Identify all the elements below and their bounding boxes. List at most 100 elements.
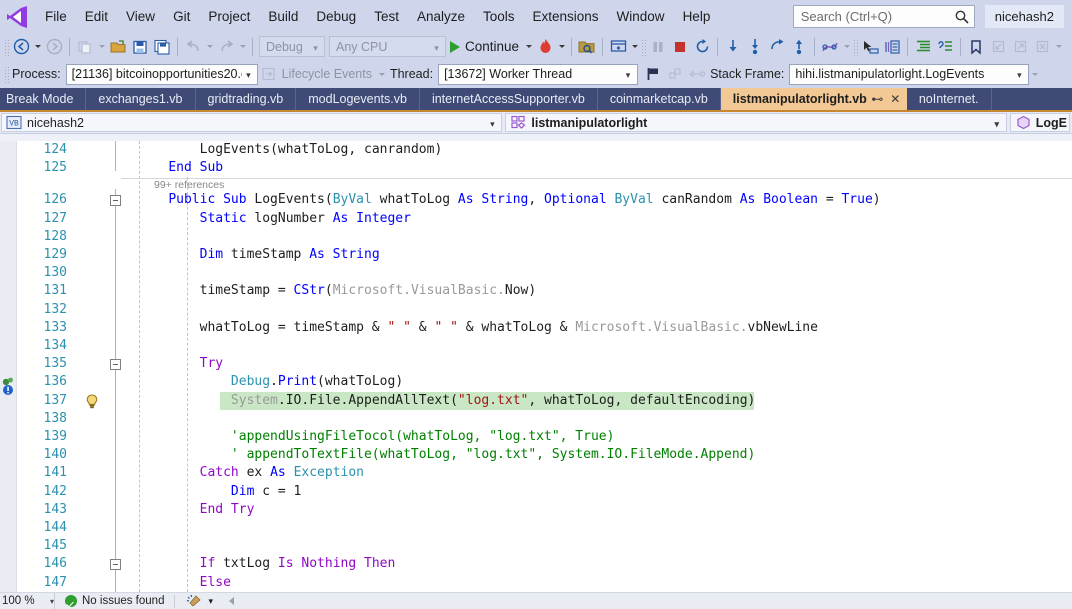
thread-combo[interactable]: [13672] Worker Thread bbox=[438, 63, 639, 85]
menu-item-file[interactable]: File bbox=[36, 6, 76, 28]
debug-toolbar-grip[interactable] bbox=[3, 65, 10, 83]
comment-block-icon[interactable] bbox=[934, 36, 956, 58]
flag-threads-icon[interactable] bbox=[642, 63, 664, 85]
menu-item-debug[interactable]: Debug bbox=[307, 6, 365, 28]
menu-item-window[interactable]: Window bbox=[608, 6, 674, 28]
fold-toggle-126[interactable] bbox=[110, 195, 121, 207]
step-into-icon[interactable] bbox=[722, 36, 744, 58]
editor-indicator-margin[interactable] bbox=[0, 141, 17, 592]
pointer-tool-icon[interactable] bbox=[859, 36, 881, 58]
close-tab-icon[interactable]: ✕ bbox=[888, 92, 903, 106]
save-icon[interactable] bbox=[129, 36, 151, 58]
chevron-down-icon-cleanup[interactable]: ▾ bbox=[208, 596, 213, 607]
toolbar-grip-3[interactable] bbox=[852, 37, 860, 56]
redo-dropdown[interactable] bbox=[237, 36, 248, 58]
code-line-125[interactable]: 125 End Sub bbox=[17, 159, 1072, 177]
code-line-147[interactable]: 147 Else bbox=[17, 574, 1072, 592]
code-line-146[interactable]: 146 If txtLog Is Nothing Then bbox=[17, 555, 1072, 573]
code-line-131[interactable]: 131 timeStamp = CStr(Microsoft.VisualBas… bbox=[17, 282, 1072, 300]
search-solution-icon[interactable] bbox=[576, 36, 598, 58]
bookmark-icon[interactable] bbox=[965, 36, 987, 58]
issues-status[interactable]: No issues found bbox=[55, 595, 174, 607]
toolbar-grip-2[interactable] bbox=[640, 37, 648, 56]
threads-dropdown[interactable] bbox=[841, 36, 852, 58]
code-line-144[interactable]: 144 bbox=[17, 519, 1072, 537]
menu-item-tools[interactable]: Tools bbox=[474, 6, 524, 28]
document-tab-5[interactable]: coinmarketcap.vb bbox=[598, 88, 721, 110]
quick-actions-lightbulb-icon[interactable] bbox=[85, 394, 99, 409]
fold-toggle-135[interactable] bbox=[110, 359, 121, 371]
code-line-135[interactable]: 135 Try bbox=[17, 355, 1072, 373]
code-line-141[interactable]: 141 Catch ex As Exception bbox=[17, 464, 1072, 482]
window-layout-dropdown[interactable] bbox=[629, 36, 640, 58]
code-text-area[interactable]: 124 LogEvents(whatToLog, canrandom) 125 E… bbox=[17, 141, 1072, 592]
project-selector[interactable]: VB nicehash2 bbox=[1, 113, 503, 132]
document-tab-1[interactable]: exchanges1.vb bbox=[86, 88, 196, 110]
document-tab-3[interactable]: modLogevents.vb bbox=[296, 88, 420, 110]
account-chip[interactable]: nicehash2 bbox=[984, 5, 1064, 28]
type-selector[interactable]: listmanipulatorlight bbox=[505, 113, 1007, 132]
code-line-134[interactable]: 134 bbox=[17, 337, 1072, 355]
undo-dropdown[interactable] bbox=[204, 36, 215, 58]
solution-configuration-combo[interactable]: Debug bbox=[259, 36, 325, 57]
stack-frame-combo[interactable]: hihi.listmanipulatorlight.LogEvents bbox=[789, 63, 1030, 85]
document-tab-2[interactable]: gridtrading.vb bbox=[196, 88, 297, 110]
stop-debug-icon[interactable] bbox=[669, 36, 691, 58]
open-file-icon[interactable] bbox=[107, 36, 129, 58]
code-line-143[interactable]: 143 End Try bbox=[17, 501, 1072, 519]
navigate-backward-icon[interactable] bbox=[10, 36, 32, 58]
search-box[interactable]: Search (Ctrl+Q) bbox=[792, 5, 975, 28]
breakpoint-mapping-icon[interactable] bbox=[0, 377, 17, 395]
menu-item-git[interactable]: Git bbox=[164, 6, 199, 28]
fold-toggle-146[interactable] bbox=[110, 559, 121, 571]
indent-list-icon[interactable] bbox=[912, 36, 934, 58]
menu-item-view[interactable]: View bbox=[117, 6, 164, 28]
window-layout-icon[interactable] bbox=[607, 36, 629, 58]
toolbar-overflow[interactable] bbox=[1053, 36, 1064, 58]
document-tab-0[interactable]: Break Mode bbox=[0, 88, 87, 110]
member-selector[interactable]: LogE bbox=[1009, 113, 1070, 132]
code-line-139[interactable]: 139 'appendUsingFileTocol(whatToLog, "lo… bbox=[17, 428, 1072, 446]
process-combo[interactable]: [21136] bitcoinopportunities20.exe bbox=[65, 63, 258, 85]
search-icon[interactable] bbox=[954, 9, 970, 25]
pin-tab-icon[interactable]: ⊷ bbox=[870, 92, 885, 106]
solution-platform-combo[interactable]: Any CPU bbox=[329, 36, 446, 57]
code-line-127[interactable]: 127 Static logNumber As Integer bbox=[17, 210, 1072, 228]
debug-toolbar-overflow[interactable] bbox=[1029, 63, 1040, 85]
step-out-icon[interactable] bbox=[766, 36, 788, 58]
code-line-126[interactable]: 126 Public Sub LogEvents(ByVal whatToLog… bbox=[17, 191, 1072, 209]
navigate-backward-dropdown[interactable] bbox=[32, 36, 43, 58]
document-tab-4[interactable]: internetAccessSupporter.vb bbox=[420, 88, 598, 110]
step-over-icon[interactable] bbox=[744, 36, 766, 58]
hot-reload-icon[interactable] bbox=[534, 36, 556, 58]
menu-item-test[interactable]: Test bbox=[365, 6, 408, 28]
code-line-129[interactable]: 129 Dim timeStamp As String bbox=[17, 246, 1072, 264]
menu-item-help[interactable]: Help bbox=[674, 6, 720, 28]
continue-button[interactable]: Continue bbox=[448, 39, 523, 54]
continue-dropdown[interactable] bbox=[523, 36, 534, 58]
code-line-130[interactable]: 130 bbox=[17, 264, 1072, 282]
code-editor[interactable]: 124 LogEvents(whatToLog, canrandom) 125 E… bbox=[0, 141, 1072, 592]
code-line-136[interactable]: 136 Debug.Print(whatToLog) bbox=[17, 373, 1072, 391]
code-line-145[interactable]: 145 bbox=[17, 537, 1072, 555]
document-tab-6[interactable]: listmanipulatorlight.vb ⊷ ✕ bbox=[720, 88, 907, 110]
code-line-137[interactable]: 137 System.IO.File.AppendAllText("log.tx… bbox=[44, 391, 755, 410]
menu-item-analyze[interactable]: Analyze bbox=[408, 6, 474, 28]
menu-item-project[interactable]: Project bbox=[199, 6, 259, 28]
status-scroll-left-icon[interactable] bbox=[229, 597, 234, 605]
code-line-142[interactable]: 142 Dim c = 1 bbox=[17, 483, 1072, 501]
menu-item-extensions[interactable]: Extensions bbox=[524, 6, 608, 28]
save-all-icon[interactable] bbox=[151, 36, 173, 58]
lifecycle-events-dropdown[interactable] bbox=[377, 63, 388, 85]
code-line-124[interactable]: 124 LogEvents(whatToLog, canrandom) bbox=[17, 141, 1072, 159]
new-project-dropdown[interactable] bbox=[96, 36, 107, 58]
code-line-133[interactable]: 133 whatToLog = timeStamp & " " & " " & … bbox=[17, 319, 1072, 337]
threads-icon[interactable] bbox=[819, 36, 841, 58]
search-input[interactable]: Search (Ctrl+Q) bbox=[801, 9, 954, 24]
hot-reload-dropdown[interactable] bbox=[556, 36, 567, 58]
code-line-132[interactable]: 132 bbox=[17, 301, 1072, 319]
toolbar-grip[interactable] bbox=[3, 37, 10, 56]
code-line-128[interactable]: 128 bbox=[17, 228, 1072, 246]
zoom-selector[interactable]: 100 % bbox=[0, 593, 55, 609]
step-out-up-icon[interactable] bbox=[788, 36, 810, 58]
